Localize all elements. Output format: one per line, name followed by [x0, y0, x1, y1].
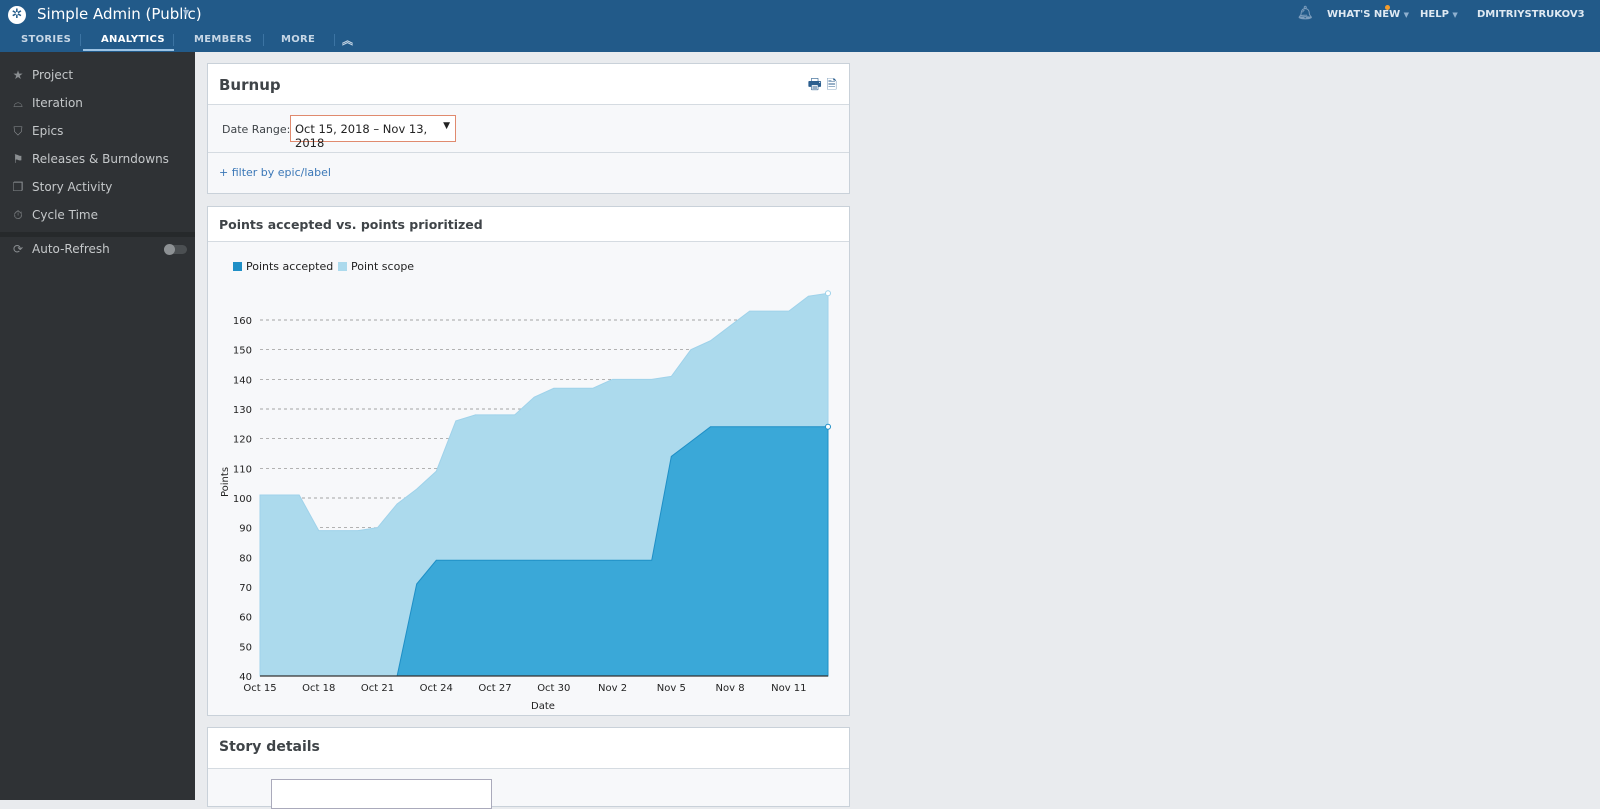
iteration-icon: ⌓ [11, 96, 25, 111]
legend-swatch-accepted [233, 262, 242, 271]
activity-icon: ❐ [11, 180, 25, 194]
chart-card: Points accepted vs. points prioritized P… [207, 206, 850, 716]
y-tick-label: 110 [233, 464, 252, 475]
y-tick-label: 120 [233, 435, 252, 446]
x-tick-label: Oct 30 [537, 683, 570, 694]
story-details-card: Story details [207, 727, 850, 807]
sidebar-item-label: Iteration [32, 96, 83, 110]
tab-more[interactable]: MORE [281, 34, 315, 45]
y-tick-label: 160 [233, 316, 252, 327]
date-range-select[interactable]: Oct 15, 2018 – Nov 13, 2018▼ [290, 115, 456, 142]
help-label: HELP [1420, 9, 1449, 20]
chevron-down-icon: ▼ [1404, 11, 1409, 19]
y-tick-label: 40 [239, 672, 252, 683]
tab-stories[interactable]: STORIES [21, 34, 71, 45]
x-tick-label: Oct 24 [420, 683, 453, 694]
star-icon: ★ [11, 68, 25, 82]
date-range-label: Date Range: [222, 123, 290, 136]
data-point[interactable] [826, 424, 831, 429]
collapse-icon[interactable]: ︽ [342, 32, 353, 48]
burnup-title: Burnup [208, 64, 849, 105]
help-menu[interactable]: HELP ▼ [1420, 9, 1458, 20]
csv-export-icon[interactable]: 🗎︎ [827, 78, 837, 93]
x-tick-label: Nov 11 [771, 683, 806, 694]
sidebar-item-releases[interactable]: ⚑ Releases & Burndowns [0, 146, 195, 174]
sidebar-item-project[interactable]: ★ Project [0, 62, 195, 90]
filter-by-epic-label-link[interactable]: + filter by epic/label [219, 166, 331, 179]
burnup-card: Burnup 🖶︎ 🗎︎ Date Range: Oct 15, 2018 – … [207, 63, 850, 194]
legend-label-accepted[interactable]: Points accepted [246, 260, 333, 273]
sidebar-item-cycle-time[interactable]: ⏱︎ Cycle Time [0, 202, 195, 230]
refresh-icon: ⟳ [11, 242, 25, 256]
whats-new-label: WHAT'S NEW [1327, 9, 1400, 20]
sidebar-item-label: Epics [32, 124, 63, 138]
y-tick-label: 80 [239, 553, 252, 564]
auto-refresh-toggle[interactable] [164, 245, 187, 254]
divider [173, 34, 174, 46]
y-tick-label: 70 [239, 583, 252, 594]
top-header: ✲ Simple Admin (Public) ▼ STORIES ANALYT… [0, 0, 1600, 52]
chart-title: Points accepted vs. points prioritized [208, 207, 849, 242]
whats-new-menu[interactable]: WHAT'S NEW ▼ [1327, 9, 1409, 20]
chevron-down-icon: ▼ [443, 121, 450, 131]
divider [80, 34, 81, 46]
y-tick-label: 90 [239, 524, 252, 535]
sidebar-item-story-activity[interactable]: ❐ Story Activity [0, 174, 195, 202]
app-logo-icon[interactable]: ✲ [8, 6, 26, 24]
sidebar-item-label: Cycle Time [32, 208, 98, 222]
project-title[interactable]: Simple Admin (Public) [37, 5, 202, 23]
divider [208, 152, 849, 153]
print-icon[interactable]: 🖶︎ [808, 75, 822, 93]
auto-refresh-label: Auto-Refresh [32, 242, 110, 256]
burnup-chart: Points accepted Point scope 40 50 60 70 80 90… [208, 242, 849, 715]
active-tab-indicator [83, 49, 174, 51]
story-details-input[interactable] [271, 779, 492, 809]
y-tick-label: 60 [239, 613, 252, 624]
tab-members[interactable]: MEMBERS [194, 34, 252, 45]
y-axis-label: Points [220, 467, 231, 497]
y-tick-label: 100 [233, 494, 252, 505]
x-tick-label: Oct 21 [361, 683, 394, 694]
y-tick-label: 130 [233, 405, 252, 416]
tab-analytics[interactable]: ANALYTICS [101, 34, 165, 45]
legend-label-scope[interactable]: Point scope [351, 260, 414, 273]
shield-icon: ⛉ [11, 124, 25, 139]
x-tick-label: Oct 18 [302, 683, 335, 694]
sidebar-item-label: Project [32, 68, 73, 82]
story-details-title: Story details [208, 728, 849, 769]
flag-icon: ⚑ [11, 152, 25, 166]
x-tick-label: Nov 2 [598, 683, 627, 694]
y-tick-label: 50 [239, 642, 252, 653]
sidebar-item-iteration[interactable]: ⌓ Iteration [0, 90, 195, 118]
divider [263, 34, 264, 46]
user-menu[interactable]: DMITRIYSTRUKOV3 [1477, 9, 1585, 20]
data-point[interactable] [826, 291, 831, 296]
date-range-value: Oct 15, 2018 – Nov 13, 2018 [295, 122, 427, 150]
sidebar: ★ Project ⌓ Iteration ⛉ Epics ⚑ Releases & B… [0, 52, 195, 800]
x-axis-label: Date [531, 701, 555, 712]
notification-dot [1385, 5, 1390, 10]
bell-icon[interactable]: 🔔︎ [1297, 6, 1314, 21]
x-tick-label: Oct 27 [478, 683, 511, 694]
chevron-down-icon: ▼ [1452, 11, 1457, 19]
sidebar-item-label: Story Activity [32, 180, 112, 194]
x-tick-label: Nov 8 [716, 683, 745, 694]
sidebar-item-label: Releases & Burndowns [32, 152, 169, 166]
sidebar-item-epics[interactable]: ⛉ Epics [0, 118, 195, 146]
x-tick-label: Nov 5 [657, 683, 686, 694]
stopwatch-icon: ⏱︎ [11, 208, 25, 223]
divider [334, 34, 335, 46]
y-tick-label: 150 [233, 346, 252, 357]
y-tick-label: 140 [233, 375, 252, 386]
chevron-down-icon[interactable]: ▼ [183, 8, 189, 17]
x-tick-label: Oct 15 [243, 683, 276, 694]
legend-swatch-scope [338, 262, 347, 271]
